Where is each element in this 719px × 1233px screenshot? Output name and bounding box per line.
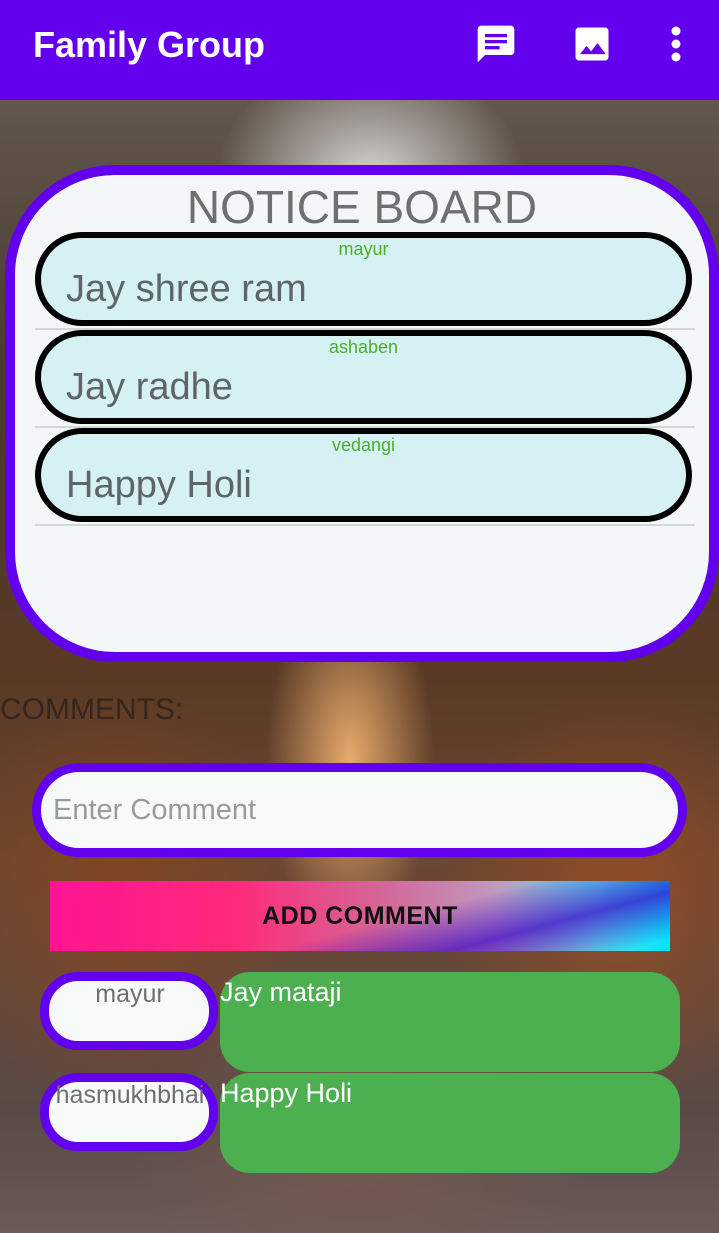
- comment-text: Jay mataji: [220, 977, 342, 1007]
- notice-author: ashaben: [328, 337, 399, 357]
- app-title: Family Group: [33, 24, 266, 65]
- message-icon[interactable]: [474, 22, 518, 70]
- comment-input-field[interactable]: [32, 763, 687, 857]
- app-bar: Family Group: [0, 0, 719, 100]
- notice-text: Jay radhe: [66, 366, 233, 408]
- notice-text: Happy Holi: [66, 464, 252, 506]
- comment-bubble: Jay mataji: [220, 972, 680, 1072]
- notice-author: mayur: [338, 239, 389, 259]
- divider: [35, 524, 695, 526]
- notice-item[interactable]: mayur Jay shree ram: [35, 232, 692, 326]
- comment-user-name: hasmukhbhai: [55, 1081, 205, 1109]
- image-icon[interactable]: [570, 22, 614, 70]
- notice-board-title: NOTICE BOARD: [186, 181, 538, 233]
- more-vert-icon[interactable]: [662, 22, 690, 70]
- notice-item[interactable]: vedangi Happy Holi: [35, 428, 692, 522]
- notice-text: Jay shree ram: [66, 268, 307, 310]
- add-comment-button[interactable]: ADD COMMENT: [50, 881, 670, 951]
- comment-user-name: mayur: [95, 980, 165, 1008]
- notice-board: NOTICE BOARD mayur Jay shree ram ashaben…: [5, 165, 719, 662]
- comment-input[interactable]: [51, 786, 655, 834]
- comment-row: mayur Jay mataji: [40, 972, 680, 1072]
- comment-row: hasmukhbhai Happy Holi: [40, 1073, 680, 1173]
- comment-text: Happy Holi: [220, 1078, 353, 1108]
- comments-label: COMMENTS:: [0, 693, 184, 726]
- notice-author: vedangi: [331, 435, 396, 455]
- comment-bubble: Happy Holi: [220, 1073, 680, 1173]
- notice-item[interactable]: ashaben Jay radhe: [35, 330, 692, 424]
